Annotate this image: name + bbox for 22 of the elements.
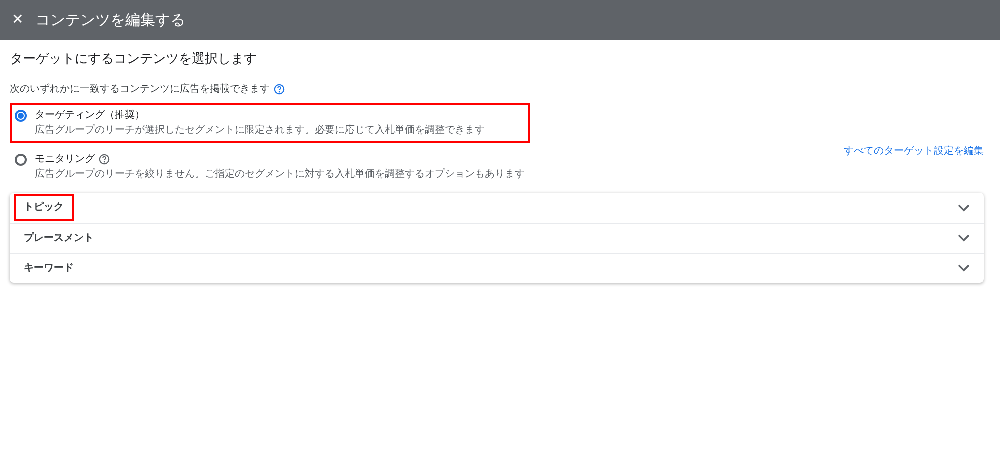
edit-targets-link[interactable]: すべてのターゲット設定を編集	[844, 144, 984, 158]
option-description: 広告グループのリーチを絞りません。ご指定のセグメントに対する入札単価を調整するオプションもあります	[35, 168, 525, 182]
close-button[interactable]: ✕	[12, 10, 24, 30]
help-icon[interactable]	[99, 154, 110, 164]
accordion-row[interactable]: トピック	[10, 192, 984, 222]
radio-button[interactable]	[15, 110, 27, 122]
option-label: ターゲティング（推奨）	[35, 108, 145, 122]
help-icon[interactable]	[274, 84, 285, 94]
chevron-icon	[958, 204, 970, 212]
option-description: 広告グループのリーチが選択したセグメントに限定されます。必要に応じて入札単価を調整できます	[35, 124, 485, 138]
accordion-row[interactable]: キーワード	[10, 252, 984, 282]
dialog-title: コンテンツを編集する	[36, 10, 186, 31]
section-label: プレースメント	[23, 231, 95, 246]
option-label: モニタリング	[35, 152, 95, 166]
section-heading: ターゲットにするコンテンツを選択します	[10, 51, 258, 69]
section-label: トピック	[14, 194, 74, 221]
chevron-icon	[958, 264, 970, 272]
section-label: キーワード	[23, 262, 75, 276]
radio-button[interactable]	[15, 154, 27, 166]
chevron-icon	[958, 234, 970, 242]
accordion-row[interactable]: プレースメント	[10, 222, 984, 252]
instruction-text: 次のいずれかに一致するコンテンツに広告を掲載できます	[10, 82, 270, 96]
